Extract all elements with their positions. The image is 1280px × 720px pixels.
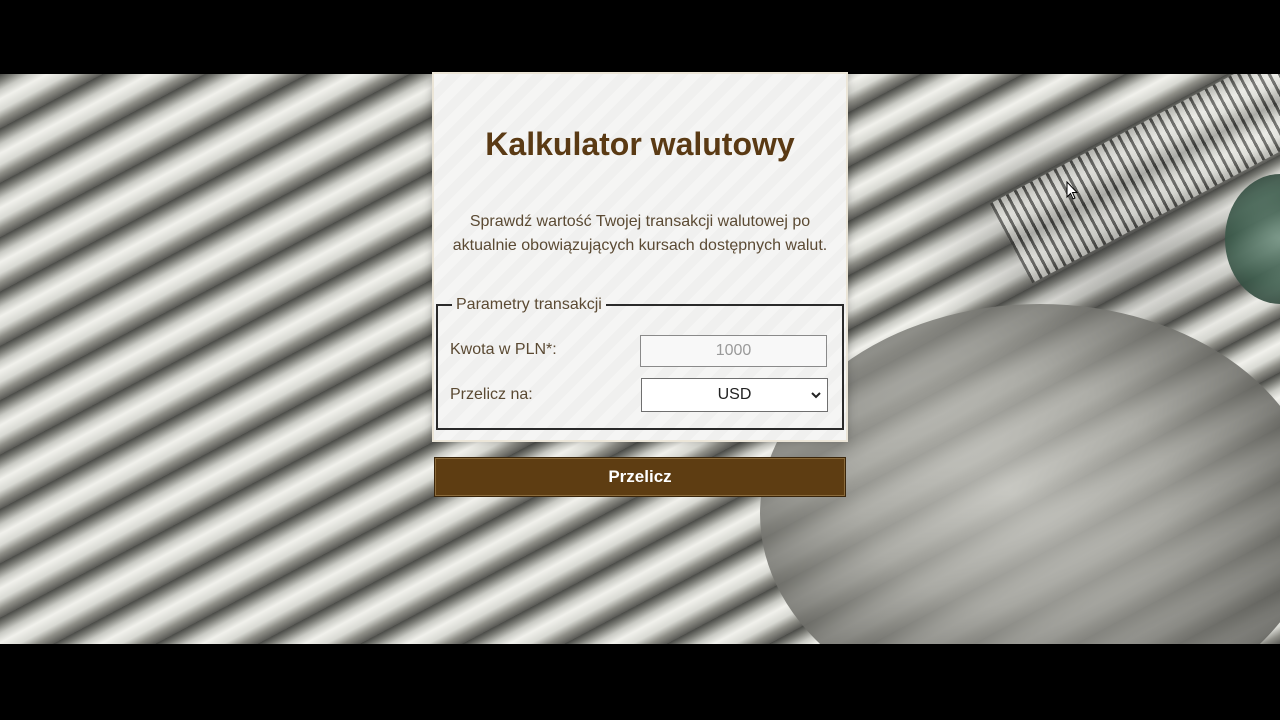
mouse-cursor-icon bbox=[1066, 181, 1078, 200]
chevron-down-icon bbox=[811, 392, 821, 399]
screen: Kalkulator walutowy Sprawdź wartość Twoj… bbox=[0, 0, 1280, 720]
convert-button[interactable]: Przelicz bbox=[434, 457, 846, 497]
transaction-parameters-legend: Parametry transakcji bbox=[456, 296, 602, 313]
currency-select[interactable]: USD bbox=[641, 378, 828, 412]
currency-select-value: USD bbox=[717, 386, 752, 403]
amount-input[interactable] bbox=[640, 335, 827, 367]
calculator-description: Sprawdź wartość Twojej transakcji waluto… bbox=[452, 213, 828, 254]
convert-to-label: Przelicz na: bbox=[450, 386, 533, 403]
banknote-seal bbox=[1225, 174, 1280, 304]
amount-label: Kwota w PLN*: bbox=[450, 341, 557, 358]
page-title: Kalkulator walutowy bbox=[485, 126, 795, 162]
